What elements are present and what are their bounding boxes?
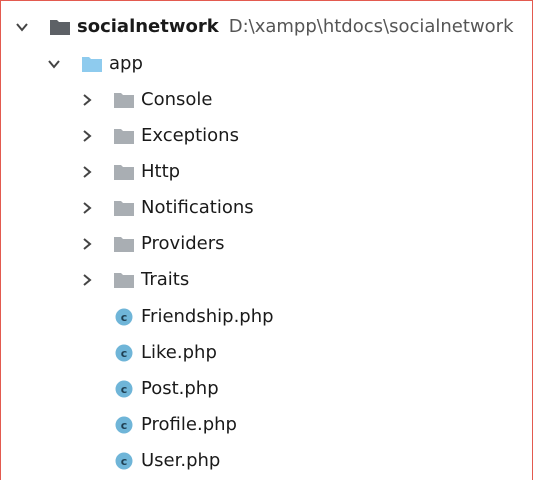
tree-row-root[interactable]: socialnetwork D:\xampp\htdocs\socialnetwo… (1, 9, 532, 45)
php-class-icon: c (115, 308, 133, 326)
chevron-right-icon[interactable] (80, 273, 94, 287)
chevron-right-icon[interactable] (80, 93, 94, 107)
tree-row-folder-console[interactable]: Console (1, 82, 532, 118)
svg-text:c: c (121, 383, 128, 396)
file-name: Post.php (141, 378, 219, 399)
folder-icon (113, 163, 135, 181)
folder-name: Notifications (141, 197, 254, 218)
file-name: Like.php (141, 342, 217, 363)
folder-icon (113, 127, 135, 145)
root-folder-name: socialnetwork (77, 16, 219, 37)
tree-row-folder-providers[interactable]: Providers (1, 226, 532, 262)
tree-row-folder-notifications[interactable]: Notifications (1, 190, 532, 226)
file-name: User.php (141, 450, 221, 471)
folder-name-app: app (109, 53, 143, 74)
tree-row-file-profile[interactable]: c Profile.php (1, 407, 532, 443)
tree-row-file-user[interactable]: c User.php (1, 443, 532, 479)
php-class-icon: c (115, 416, 133, 434)
chevron-right-icon[interactable] (80, 165, 94, 179)
chevron-right-icon[interactable] (80, 201, 94, 215)
folder-name: Console (141, 89, 213, 110)
svg-text:c: c (121, 419, 128, 432)
tree-row-app[interactable]: app (1, 46, 532, 82)
php-class-icon: c (115, 380, 133, 398)
php-class-icon: c (115, 452, 133, 470)
svg-text:c: c (121, 347, 128, 360)
tree-row-folder-exceptions[interactable]: Exceptions (1, 118, 532, 154)
tree-row-file-friendship[interactable]: c Friendship.php (1, 299, 532, 335)
project-tree-panel: socialnetwork D:\xampp\htdocs\socialnetwo… (0, 0, 533, 480)
root-folder-path: D:\xampp\htdocs\socialnetwork (228, 16, 514, 37)
chevron-right-icon[interactable] (80, 237, 94, 251)
folder-icon (113, 271, 135, 289)
tree-row-folder-traits[interactable]: Traits (1, 262, 532, 298)
folder-icon (113, 199, 135, 217)
folder-name: Exceptions (141, 125, 239, 146)
tree-row-file-like[interactable]: c Like.php (1, 335, 532, 371)
folder-icon (81, 55, 103, 73)
tree-row-folder-http[interactable]: Http (1, 154, 532, 190)
folder-icon (113, 91, 135, 109)
folder-name: Providers (141, 233, 225, 254)
folder-icon (49, 18, 71, 36)
chevron-down-icon[interactable] (15, 20, 29, 34)
php-class-icon: c (115, 344, 133, 362)
file-name: Friendship.php (141, 306, 274, 327)
folder-icon (113, 235, 135, 253)
folder-name: Http (141, 161, 181, 182)
tree-row-file-post[interactable]: c Post.php (1, 371, 532, 407)
svg-text:c: c (121, 311, 128, 324)
folder-name: Traits (141, 269, 190, 290)
chevron-right-icon[interactable] (80, 129, 94, 143)
file-name: Profile.php (141, 414, 237, 435)
svg-text:c: c (121, 455, 128, 468)
chevron-down-icon[interactable] (47, 57, 61, 71)
